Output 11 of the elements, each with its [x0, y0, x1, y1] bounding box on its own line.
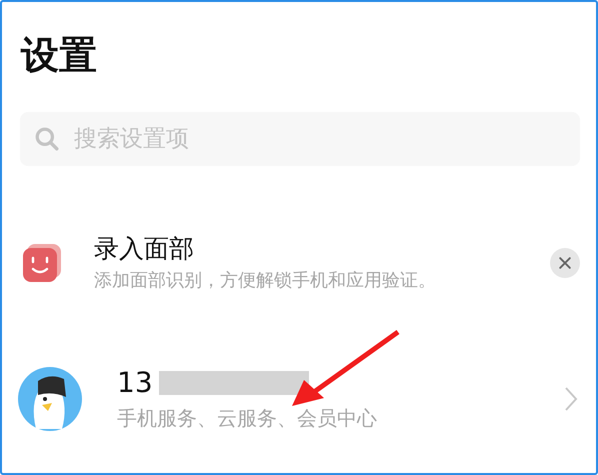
phone-number: 13 [117, 366, 153, 399]
chevron-icon [564, 386, 578, 412]
account-row[interactable]: 13 手机服务、云服务、会员中心 [18, 366, 580, 432]
page-title: 设置 [21, 32, 98, 79]
close-icon [557, 255, 573, 271]
suggestion-subtitle: 添加面部识别，方便解锁手机和应用验证。 [94, 269, 437, 293]
avatar-icon [18, 367, 82, 431]
suggestion-title: 录入面部 [94, 233, 195, 265]
close-button[interactable] [550, 248, 580, 278]
face-icon [22, 243, 62, 283]
account-subtitle: 手机服务、云服务、会员中心 [117, 404, 378, 432]
